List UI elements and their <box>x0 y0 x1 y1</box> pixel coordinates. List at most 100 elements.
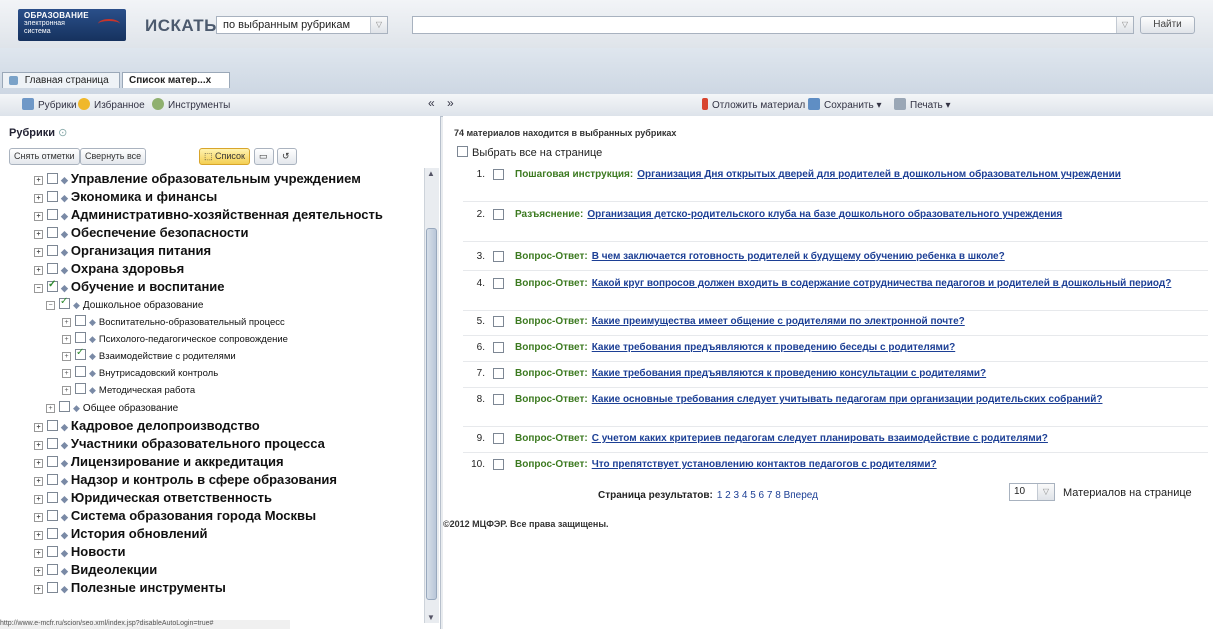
tree-checkbox[interactable] <box>75 383 86 394</box>
tree-checkbox[interactable] <box>47 245 58 256</box>
item-link[interactable]: В чем заключается готовность родителей к… <box>592 251 1005 262</box>
tree-node[interactable]: + ◆ Система образования города Москвы <box>34 508 316 523</box>
tree-node[interactable]: + ◆ Участники образовательного процесса <box>34 436 325 451</box>
search-input[interactable]: ▽ <box>412 16 1134 34</box>
item-checkbox[interactable] <box>493 278 504 289</box>
expand-icon[interactable]: + <box>34 477 43 486</box>
expand-icon[interactable]: + <box>62 369 71 378</box>
expand-icon[interactable]: + <box>34 423 43 432</box>
scroll-up-icon[interactable]: ▲ <box>427 169 435 178</box>
tree-node[interactable]: + ◆ Охрана здоровья <box>34 261 184 276</box>
search-scope-select[interactable]: по выбранным рубрикам ▽ <box>216 16 388 34</box>
tree-checkbox[interactable] <box>47 173 58 184</box>
tree-node[interactable]: − ◆Дошкольное образование <box>46 296 203 311</box>
expand-icon[interactable]: + <box>34 248 43 257</box>
expand-icon[interactable]: + <box>62 318 71 327</box>
scroll-down-icon[interactable]: ▼ <box>427 613 435 622</box>
item-link[interactable]: Какие основные требования следует учитыв… <box>592 394 1103 405</box>
expand-icon[interactable]: + <box>34 567 43 576</box>
expand-icon[interactable]: + <box>34 212 43 221</box>
tree-node[interactable]: + ◆Взаимодействие с родителями <box>62 347 236 362</box>
tree-checkbox[interactable] <box>47 456 58 467</box>
tree-checkbox[interactable] <box>47 510 58 521</box>
save-button[interactable]: Сохранить ▾ <box>808 98 882 111</box>
search-history-dropdown-icon[interactable]: ▽ <box>1116 17 1133 33</box>
item-link[interactable]: Какой круг вопросов должен входить в сод… <box>592 278 1172 289</box>
tree-checkbox[interactable] <box>47 263 58 274</box>
select-all-checkbox[interactable]: Выбрать все на странице <box>457 146 602 159</box>
postpone-button[interactable]: Отложить материал <box>702 98 805 111</box>
tree-checkbox[interactable] <box>47 564 58 575</box>
tree-node[interactable]: + ◆ Общее образование <box>46 401 178 414</box>
tree-node[interactable]: + ◆ Психолого-педагогическое сопровождение <box>62 332 288 345</box>
favorites-button[interactable]: Избранное <box>78 98 145 111</box>
tree-checkbox[interactable] <box>75 332 86 343</box>
scroll-thumb[interactable] <box>426 228 437 600</box>
item-checkbox[interactable] <box>493 316 504 327</box>
tree-node[interactable]: + ◆ Надзор и контроль в сфере образования <box>34 472 337 487</box>
tree-node[interactable]: + ◆ Экономика и финансы <box>34 189 217 204</box>
tree-node[interactable]: + ◆ Внутрисадовский контроль <box>62 366 218 379</box>
item-checkbox[interactable] <box>493 394 504 405</box>
expand-icon[interactable]: + <box>34 194 43 203</box>
expand-icon[interactable]: + <box>46 404 55 413</box>
tree-node[interactable]: + ◆ Методическая работа <box>62 383 195 396</box>
item-link[interactable]: С учетом каких критериев педагогам следу… <box>592 433 1048 444</box>
collapse-left-icon[interactable]: « <box>428 96 435 110</box>
tree-checkbox[interactable] <box>47 420 58 431</box>
search-button[interactable]: Найти <box>1140 16 1195 34</box>
tree-view-button[interactable]: ▭ <box>254 148 274 165</box>
tree-checkbox[interactable] <box>75 315 86 326</box>
per-page-select[interactable]: 10 ▽ <box>1009 483 1055 501</box>
expand-icon[interactable]: + <box>62 352 71 361</box>
tree-checkbox[interactable] <box>47 191 58 202</box>
expand-icon[interactable]: + <box>34 230 43 239</box>
refresh-button[interactable]: ↺ <box>277 148 297 165</box>
tree-checkbox[interactable] <box>47 528 58 539</box>
tree-node[interactable]: + ◆ Управление образовательным учреждением <box>34 171 361 186</box>
tree-node[interactable]: + ◆ Административно-хозяйственная деятельн… <box>34 207 383 222</box>
tree-node[interactable]: + ◆ Новости <box>34 544 125 559</box>
tree-checkbox[interactable] <box>47 546 58 557</box>
item-checkbox[interactable] <box>493 251 504 262</box>
pagination-links[interactable]: 1 2 3 4 5 6 7 8 Вперед <box>717 490 818 501</box>
expand-icon[interactable]: + <box>34 513 43 522</box>
tree-checkbox[interactable] <box>47 492 58 503</box>
item-checkbox[interactable] <box>493 342 504 353</box>
expand-icon[interactable]: + <box>62 386 71 395</box>
expand-icon[interactable]: + <box>34 459 43 468</box>
expand-icon[interactable]: + <box>34 549 43 558</box>
item-checkbox[interactable] <box>493 433 504 444</box>
tree-checkbox[interactable] <box>47 209 58 220</box>
collapse-all-button[interactable]: Свернуть все <box>80 148 147 165</box>
tab-home[interactable]: Главная страница <box>2 72 120 88</box>
item-link[interactable]: Организация Дня открытых дверей для роди… <box>637 169 1121 180</box>
expand-icon[interactable]: + <box>34 531 43 540</box>
tree-checkbox[interactable] <box>47 582 58 593</box>
tree-node[interactable]: + ◆ Обеспечение безопасности <box>34 225 248 240</box>
item-checkbox[interactable] <box>493 368 504 379</box>
tree-checkbox[interactable] <box>47 438 58 449</box>
expand-icon[interactable]: + <box>34 441 43 450</box>
tree-scrollbar[interactable]: ▲ ▼ <box>424 168 439 623</box>
item-link[interactable]: Какие требования предъявляются к проведе… <box>592 342 956 353</box>
expand-icon[interactable]: + <box>34 266 43 275</box>
chevron-down-icon[interactable]: ▽ <box>1037 484 1054 500</box>
logo[interactable]: ОБРАЗОВАНИЕ электронная система <box>18 9 126 41</box>
rubrics-button[interactable]: Рубрики <box>22 98 77 111</box>
tree-checkbox[interactable] <box>47 227 58 238</box>
expand-icon[interactable]: + <box>34 585 43 594</box>
tree-checkbox[interactable] <box>75 366 86 377</box>
expand-icon[interactable]: + <box>34 495 43 504</box>
uncheck-all-button[interactable]: Снять отметки <box>9 148 80 165</box>
expand-right-icon[interactable]: » <box>447 96 454 110</box>
collapse-icon[interactable]: − <box>34 284 43 293</box>
tree-node[interactable]: + ◆ Организация питания <box>34 243 211 258</box>
tree-node[interactable]: + ◆ Воспитательно-образовательный процесс <box>62 315 285 328</box>
tree-node[interactable]: + ◆ Кадровое делопроизводство <box>34 418 260 433</box>
item-link[interactable]: Какие преимущества имеет общение с родит… <box>592 316 965 327</box>
print-button[interactable]: Печать ▾ <box>894 98 951 111</box>
item-checkbox[interactable] <box>493 169 504 180</box>
item-checkbox[interactable] <box>493 209 504 220</box>
item-link[interactable]: Организация детско-родительского клуба н… <box>587 209 1062 220</box>
